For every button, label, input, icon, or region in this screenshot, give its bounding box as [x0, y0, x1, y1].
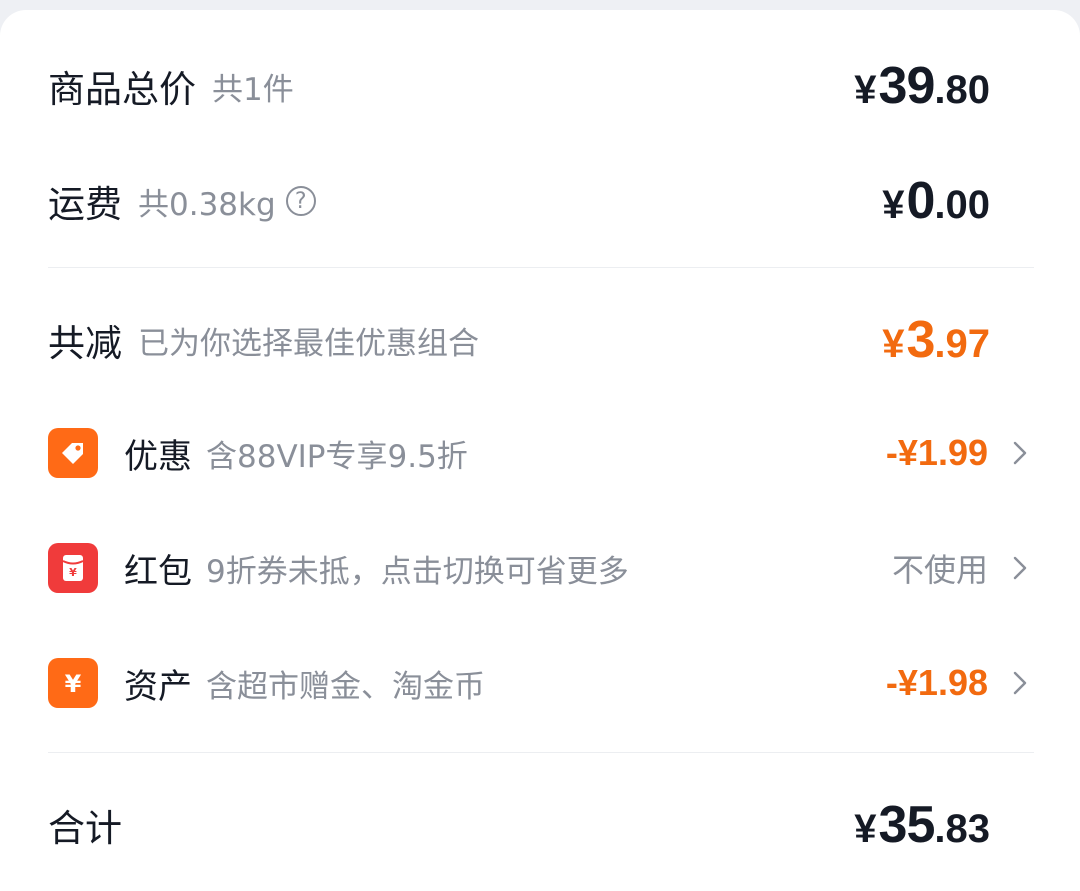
promotion-value[interactable]: -¥1.99 — [886, 432, 1034, 474]
chevron-right-icon — [1006, 669, 1034, 697]
discount-row-promotion[interactable]: 优惠 含88VIP专享9.5折 -¥1.99 — [48, 428, 1027, 478]
shipping-weight: 共0.38kg — [138, 186, 276, 223]
grand-total-label: 合计 — [48, 807, 122, 850]
item-count: 共1件 — [212, 71, 294, 108]
shipping-integer: 0 — [906, 172, 935, 230]
svg-text:¥: ¥ — [65, 670, 82, 698]
promotion-note: 含88VIP专享9.5折 — [206, 438, 468, 475]
currency-symbol: ¥ — [882, 322, 905, 366]
grand-total-amount: ¥35.83 — [854, 795, 990, 855]
subtotal-label: 商品总价 — [48, 68, 196, 111]
subtotal-decimal: .80 — [934, 68, 990, 112]
currency-symbol: ¥ — [882, 183, 905, 227]
help-icon[interactable]: ? — [285, 186, 316, 216]
yuan-coin-icon: ¥ — [48, 658, 98, 708]
grand-total-row: 合计 ¥35.83 — [48, 796, 990, 854]
subtotal-amount: ¥39.80 — [854, 56, 990, 116]
grand-total-decimal: .83 — [934, 807, 990, 851]
total-discount-row: 共减 已为你选择最佳优惠组合 ¥3.97 — [48, 310, 990, 370]
assets-label: 资产 — [124, 666, 192, 707]
grand-total-integer: 35 — [878, 796, 936, 854]
discount-row-assets[interactable]: ¥ 资产 含超市赠金、淘金币 -¥1.98 — [48, 658, 1027, 708]
red-packet-icon: ¥ — [48, 543, 98, 593]
assets-note: 含超市赠金、淘金币 — [206, 668, 485, 705]
shipping-amount: ¥0.00 — [882, 171, 990, 231]
shipping-row: 运费 共0.38kg ? ¥0.00 — [48, 171, 990, 231]
subtotal-integer: 39 — [878, 57, 936, 115]
shipping-label: 运费 — [48, 183, 122, 226]
subtotal-row: 商品总价 共1件 ¥39.80 — [48, 56, 990, 116]
assets-amount: -¥1.98 — [885, 662, 988, 703]
tag-icon — [48, 428, 98, 478]
chevron-right-icon — [1006, 554, 1034, 582]
total-discount-integer: 3 — [906, 311, 935, 369]
total-discount-label: 共减 — [48, 322, 122, 365]
divider — [48, 267, 1034, 268]
red-packet-status: 不使用 — [891, 551, 988, 589]
red-packet-note: 9折券未抵，点击切换可省更多 — [206, 553, 629, 590]
assets-value[interactable]: -¥1.98 — [886, 662, 1034, 704]
currency-symbol: ¥ — [854, 807, 877, 851]
currency-symbol: ¥ — [854, 68, 877, 112]
total-discount-note: 已为你选择最佳优惠组合 — [138, 325, 479, 362]
discount-row-red-packet[interactable]: ¥ 红包 9折券未抵，点击切换可省更多 不使用 — [48, 543, 1027, 593]
red-packet-label: 红包 — [124, 551, 192, 592]
svg-text:¥: ¥ — [69, 566, 77, 579]
divider — [48, 752, 1034, 753]
promotion-amount: -¥1.99 — [885, 432, 988, 473]
total-discount-amount: ¥3.97 — [882, 310, 990, 370]
order-summary-card: 商品总价 共1件 ¥39.80 运费 共0.38kg ? ¥0.00 共减 已为… — [0, 10, 1080, 891]
promotion-label: 优惠 — [124, 436, 192, 477]
red-packet-value[interactable]: 不使用 — [892, 545, 1034, 591]
total-discount-decimal: .97 — [934, 322, 990, 366]
chevron-right-icon — [1006, 439, 1034, 467]
shipping-decimal: .00 — [934, 183, 990, 227]
